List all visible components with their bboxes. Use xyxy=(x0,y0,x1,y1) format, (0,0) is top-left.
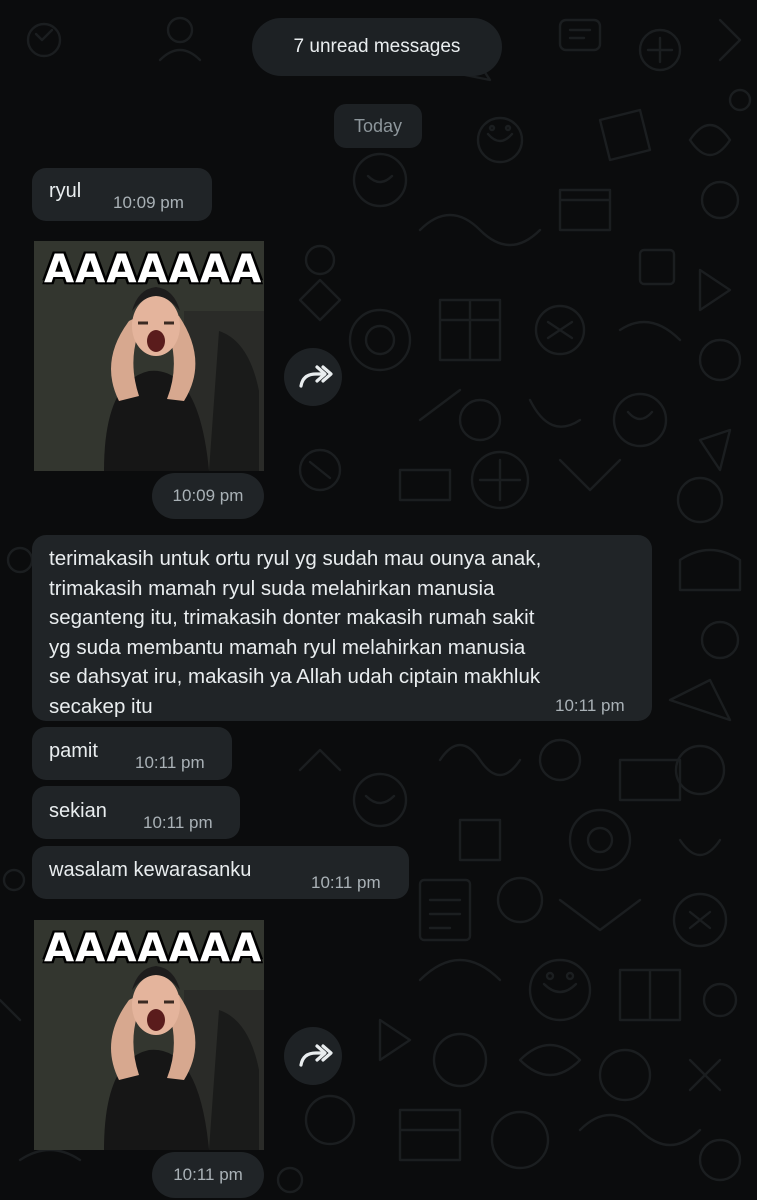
message-time: 10:09 pm xyxy=(113,193,184,212)
message-text: ryul xyxy=(49,180,82,202)
message-line: yg suda membantu mamah ryul melahirkan m… xyxy=(49,635,526,659)
unread-messages-banner: 7 unread messages xyxy=(252,18,502,76)
message-bubble[interactable]: ryul 10:09 pm xyxy=(32,168,212,221)
message-text: pamit xyxy=(49,740,98,762)
forward-share-icon xyxy=(299,365,333,388)
date-chip: Today xyxy=(334,104,422,148)
sticker-caption: AAAAAAA xyxy=(43,246,263,293)
sticker-caption: AAAAAAA xyxy=(43,925,263,972)
message-bubble[interactable]: sekian 10:11 pm xyxy=(32,786,240,839)
message-line: seganteng itu, trimakasih donter makasih… xyxy=(49,606,535,629)
message-time: 10:11 pm xyxy=(143,813,213,832)
message-text: sekian xyxy=(49,800,107,822)
message-line: se dahsyat iru, makasih ya Allah udah ci… xyxy=(49,665,541,688)
message-bubble[interactable]: terimakasih untuk ortu ryul yg sudah mau… xyxy=(32,535,652,721)
forward-button[interactable] xyxy=(284,1027,342,1085)
message-bubble[interactable]: wasalam kewarasanku 10:11 pm xyxy=(32,846,409,899)
forward-button[interactable] xyxy=(284,348,342,406)
message-time: 10:11 pm xyxy=(135,753,205,772)
forward-share-icon xyxy=(299,1044,333,1067)
sticker-time: 10:11 pm xyxy=(152,1152,264,1198)
message-time: 10:11 pm xyxy=(311,873,381,892)
message-line: trimakasih mamah ryul suda melahirkan ma… xyxy=(49,576,495,600)
message-text: terimakasih untuk ortu ryul yg sudah mau… xyxy=(49,544,649,721)
sticker-message[interactable]: AAAAAAA xyxy=(34,241,264,471)
message-time: 10:11 pm xyxy=(555,696,625,715)
sticker-time: 10:09 pm xyxy=(152,473,264,519)
message-bubble[interactable]: pamit 10:11 pm xyxy=(32,727,232,780)
message-text: wasalam kewarasanku xyxy=(49,859,252,881)
sticker-message[interactable]: AAAAAAA xyxy=(34,920,264,1150)
message-line: terimakasih untuk ortu ryul yg sudah mau… xyxy=(49,547,542,570)
